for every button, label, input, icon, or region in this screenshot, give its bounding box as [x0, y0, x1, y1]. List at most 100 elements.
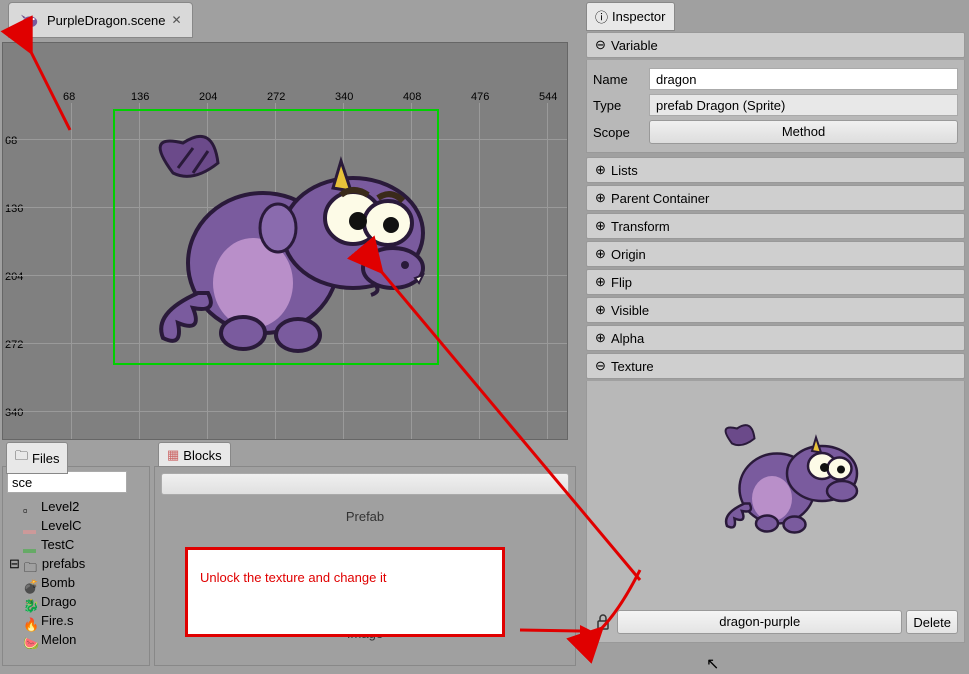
- ruler-x: 68: [63, 91, 75, 103]
- blocks-tab[interactable]: ▦ Blocks: [158, 442, 231, 468]
- file-item[interactable]: ▬ LevelC: [7, 516, 145, 535]
- group-label: Flip: [611, 275, 632, 290]
- file-label: LevelC: [41, 516, 81, 535]
- blocks-icon: ▦: [167, 447, 179, 463]
- texture-group-label: Texture: [611, 359, 654, 374]
- file-item[interactable]: 💣 Bomb: [7, 573, 145, 592]
- delete-texture-button[interactable]: Delete: [906, 610, 958, 634]
- blocks-filter[interactable]: [161, 473, 569, 495]
- ruler-y: 204: [5, 271, 23, 283]
- fire-icon: 🔥: [23, 615, 37, 627]
- file-label: Melon: [41, 630, 76, 649]
- close-icon[interactable]: ✕: [172, 13, 182, 27]
- group-label: Origin: [611, 247, 646, 262]
- file-label: Fire.s: [41, 611, 74, 630]
- scene-icon: ▫: [23, 501, 37, 513]
- folder-icon: 🗀: [15, 447, 28, 469]
- ruler-y: 272: [5, 339, 23, 351]
- ruler-x: 408: [403, 91, 421, 103]
- file-item[interactable]: 🍉 Melon: [7, 630, 145, 649]
- group-label: Alpha: [611, 331, 644, 346]
- lists-group-head[interactable]: ⊕ Lists: [586, 157, 965, 183]
- variable-group-head[interactable]: ⊖ Variable: [586, 32, 965, 58]
- file-item[interactable]: 🐉 Drago: [7, 592, 145, 611]
- file-label: TestC: [41, 535, 74, 554]
- name-label: Name: [593, 72, 643, 87]
- expand-icon: ⊕: [595, 218, 605, 234]
- origin-group-head[interactable]: ⊕ Origin: [586, 241, 965, 267]
- dragon-sprite[interactable]: [123, 113, 443, 363]
- variable-group-body: Name Type prefab Dragon (Sprite) Scope Met…: [586, 60, 965, 153]
- alpha-group-head[interactable]: ⊕ Alpha: [586, 325, 965, 351]
- blocks-tab-label: Blocks: [183, 448, 221, 463]
- inspector-tab[interactable]: ⓘ Inspector: [586, 2, 675, 31]
- files-search-input[interactable]: [7, 471, 127, 493]
- bomb-icon: 💣: [23, 577, 37, 589]
- parent-container-group-head[interactable]: ⊕ Parent Container: [586, 185, 965, 211]
- scope-label: Scope: [593, 125, 643, 140]
- transform-group-head[interactable]: ⊕ Transform: [586, 213, 965, 239]
- file-label: Bomb: [41, 573, 75, 592]
- file-item[interactable]: ▫ Level2: [7, 497, 145, 516]
- unlock-texture-button[interactable]: [593, 611, 613, 633]
- file-label: Drago: [41, 592, 76, 611]
- group-label: Visible: [611, 303, 649, 318]
- ruler-x: 340: [335, 91, 353, 103]
- ruler-x: 476: [471, 91, 489, 103]
- dragon-icon: [19, 11, 41, 29]
- file-item[interactable]: ▬ TestC: [7, 535, 145, 554]
- scope-button[interactable]: Method: [649, 120, 958, 144]
- prefab-section: Prefab: [161, 503, 569, 530]
- ruler-y: 68: [5, 135, 17, 147]
- name-input[interactable]: [649, 68, 958, 90]
- ruler-y: 136: [5, 203, 23, 215]
- expand-icon: ⊕: [595, 274, 605, 290]
- ruler-x: 136: [131, 91, 149, 103]
- group-label: Lists: [611, 163, 638, 178]
- scene-tab-label: PurpleDragon.scene: [47, 13, 166, 28]
- dragon-icon: 🐉: [23, 596, 37, 608]
- texture-group-head[interactable]: ⊖ Texture: [586, 353, 965, 379]
- flip-group-head[interactable]: ⊕ Flip: [586, 269, 965, 295]
- folder-item[interactable]: ⊟ 🗀 prefabs: [7, 554, 145, 573]
- annotation-text: Unlock the texture and change it: [200, 570, 386, 585]
- lock-icon: [596, 614, 610, 630]
- expander-icon: ⊟: [9, 554, 20, 573]
- scene-icon: ▬: [23, 520, 37, 532]
- files-panel: 🗀Files ▫Level2 ▬LevelC ▬TestC ⊟🗀prefabs …: [2, 440, 150, 671]
- variable-group-label: Variable: [611, 38, 658, 53]
- ruler-y: 340: [5, 407, 23, 419]
- ruler-x: 204: [199, 91, 217, 103]
- melon-icon: 🍉: [23, 634, 37, 646]
- ruler-x: 544: [539, 91, 557, 103]
- texture-name-button[interactable]: dragon-purple: [617, 610, 902, 634]
- expand-icon: ⊕: [595, 330, 605, 346]
- expand-icon: ⊕: [595, 162, 605, 178]
- texture-preview: [707, 411, 867, 541]
- texture-group-body: dragon-purple Delete: [586, 381, 965, 643]
- blocks-panel: ▦Blocks Prefab Image Unlock the texture …: [154, 440, 576, 671]
- collapse-icon: ⊖: [595, 37, 605, 53]
- folder-icon: 🗀: [24, 558, 38, 570]
- visible-group-head[interactable]: ⊕ Visible: [586, 297, 965, 323]
- scene-canvas[interactable]: 68 136 204 272 340 408 476 544 68 136 20…: [2, 42, 568, 440]
- files-tab-label: Files: [32, 451, 59, 466]
- inspector-tab-label: Inspector: [612, 9, 665, 24]
- expand-icon: ⊕: [595, 246, 605, 262]
- collapse-icon: ⊖: [595, 358, 605, 374]
- file-label: Level2: [41, 497, 79, 516]
- folder-label: prefabs: [42, 554, 85, 573]
- file-item[interactable]: 🔥 Fire.s: [7, 611, 145, 630]
- scene-icon: ▬: [23, 539, 37, 551]
- ruler-x: 272: [267, 91, 285, 103]
- group-label: Transform: [611, 219, 670, 234]
- files-tab[interactable]: 🗀 Files: [6, 442, 68, 474]
- type-label: Type: [593, 98, 643, 113]
- scene-tab[interactable]: PurpleDragon.scene ✕: [8, 2, 193, 38]
- group-label: Parent Container: [611, 191, 709, 206]
- expand-icon: ⊕: [595, 190, 605, 206]
- type-display: prefab Dragon (Sprite): [649, 94, 958, 116]
- info-icon: ⓘ: [595, 7, 608, 26]
- expand-icon: ⊕: [595, 302, 605, 318]
- annotation-box: Unlock the texture and change it: [185, 547, 505, 637]
